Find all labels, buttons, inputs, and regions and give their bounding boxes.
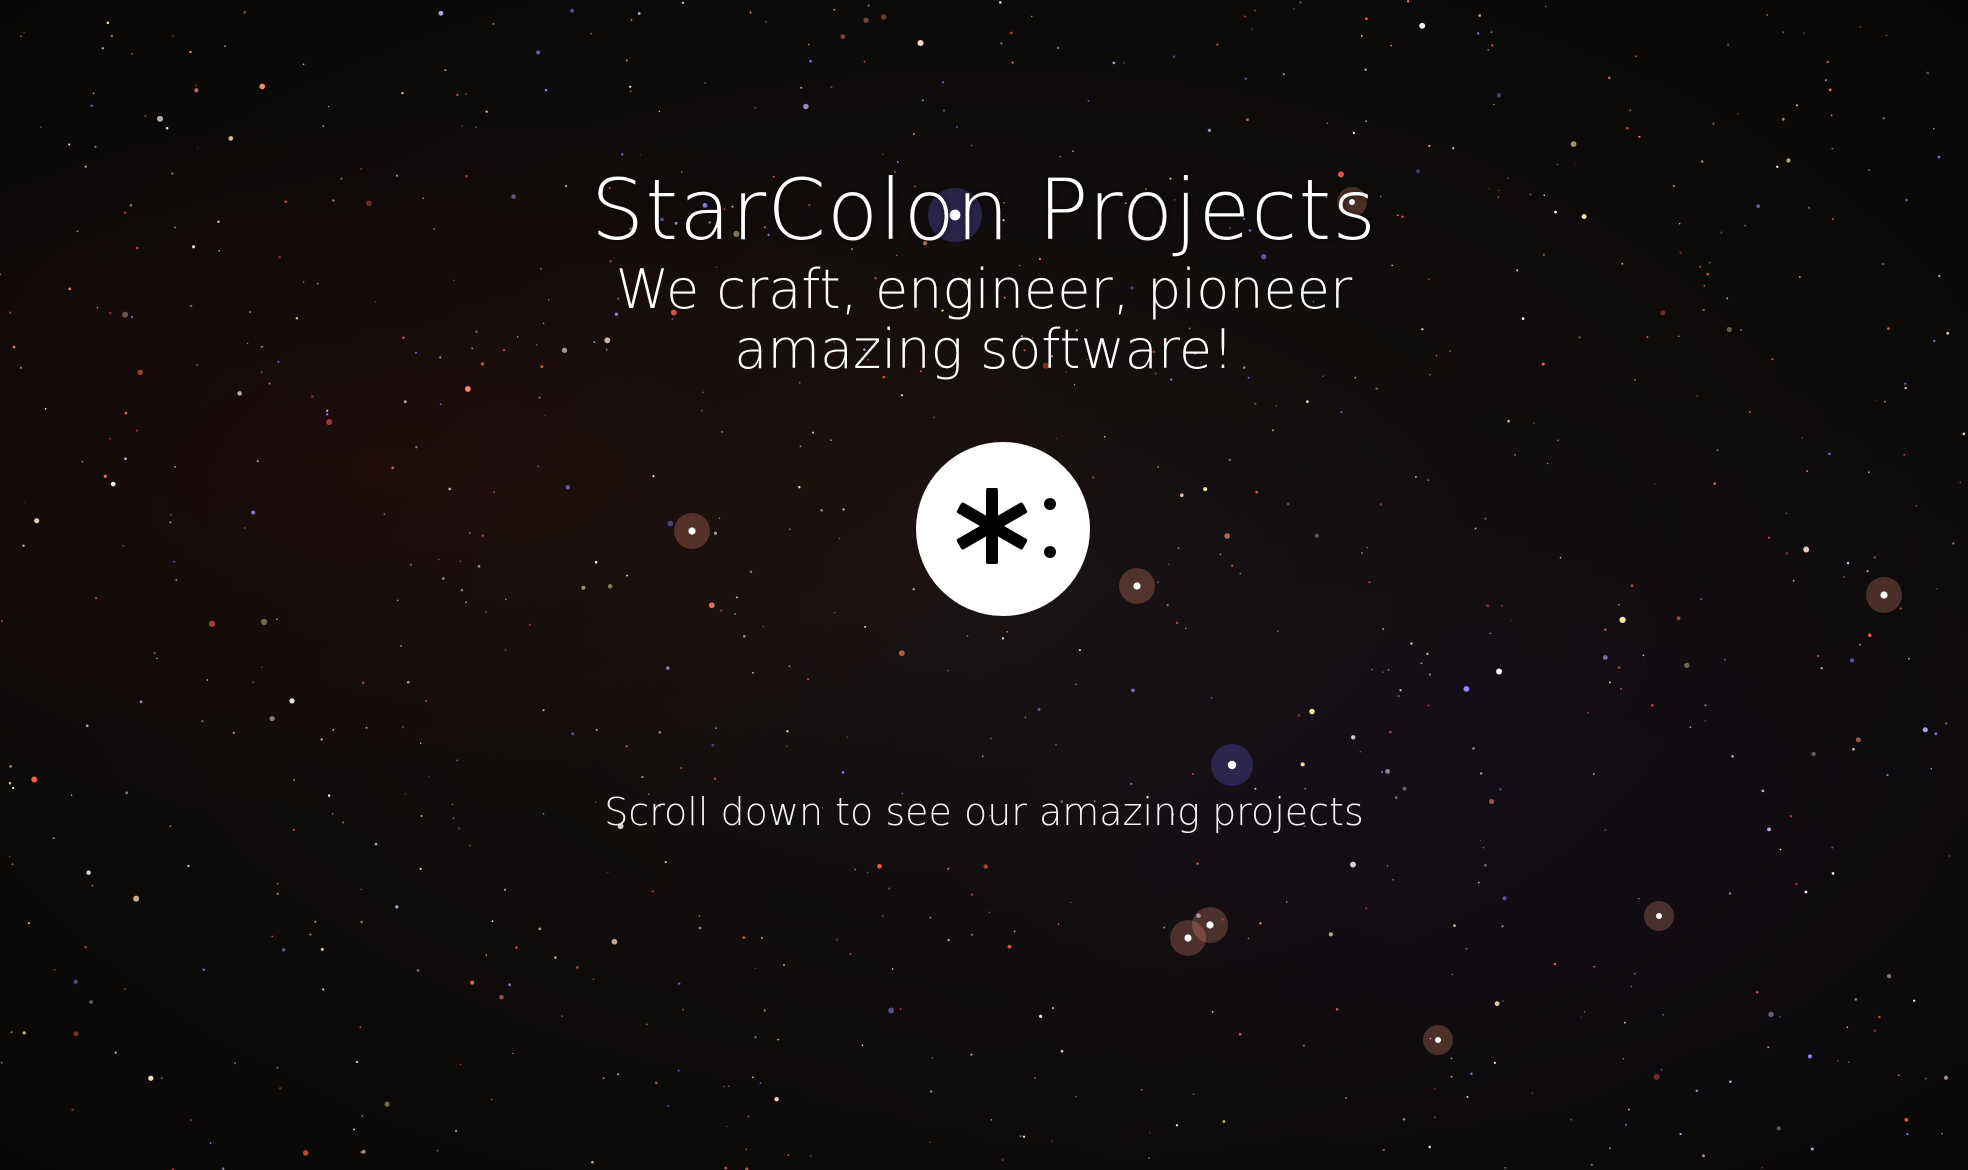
- hero-section: StarColon Projects We craft, engineer, p…: [0, 0, 1968, 1170]
- tagline: We craft, engineer, pioneer amazing soft…: [0, 260, 1968, 380]
- asterisk-colon-logo-icon: [916, 442, 1090, 616]
- tagline-line-2: amazing software!: [734, 318, 1234, 381]
- tagline-line-1: We craft, engineer, pioneer: [615, 258, 1353, 321]
- hero-content: StarColon Projects We craft, engineer, p…: [0, 0, 1968, 1170]
- site-title: StarColon Projects: [590, 161, 1378, 259]
- scroll-hint: Scroll down to see our amazing projects: [604, 790, 1364, 834]
